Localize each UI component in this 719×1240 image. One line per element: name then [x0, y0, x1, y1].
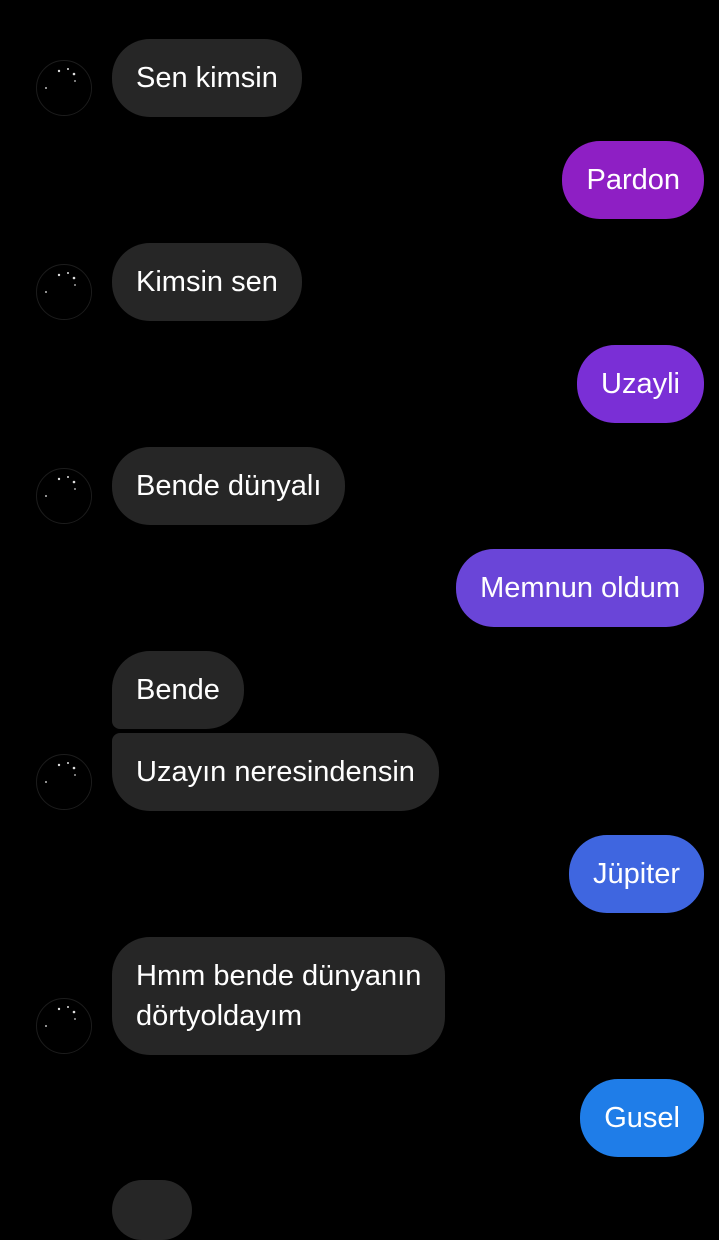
- message-line: dörtyoldayım: [136, 1000, 303, 1032]
- outgoing-message[interactable]: Pardon: [562, 141, 704, 219]
- message-line: Hmm bende dünyanın: [136, 960, 422, 992]
- incoming-message[interactable]: Bende dünyalı: [112, 447, 346, 525]
- incoming-message-partial: [112, 1180, 192, 1240]
- incoming-message[interactable]: Uzayın neresindensin: [112, 733, 439, 811]
- contact-avatar-icon[interactable]: [36, 754, 92, 810]
- contact-avatar-icon[interactable]: [36, 60, 92, 116]
- contact-avatar-icon[interactable]: [36, 264, 92, 320]
- incoming-message[interactable]: Hmm bende dünyanın dörtyoldayım: [112, 937, 446, 1055]
- outgoing-message[interactable]: Memnun oldum: [456, 549, 704, 627]
- outgoing-message[interactable]: Gusel: [580, 1079, 704, 1157]
- incoming-message[interactable]: Sen kimsin: [112, 39, 302, 117]
- chat-thread: Sen kimsin Pardon Kimsin sen Uzayli Bend…: [0, 0, 719, 1240]
- incoming-message[interactable]: Bende: [112, 651, 244, 729]
- contact-avatar-icon[interactable]: [36, 468, 92, 524]
- incoming-message[interactable]: Kimsin sen: [112, 243, 302, 321]
- outgoing-message[interactable]: Uzayli: [577, 345, 704, 423]
- contact-avatar-icon[interactable]: [36, 998, 92, 1054]
- outgoing-message[interactable]: Jüpiter: [568, 835, 704, 913]
